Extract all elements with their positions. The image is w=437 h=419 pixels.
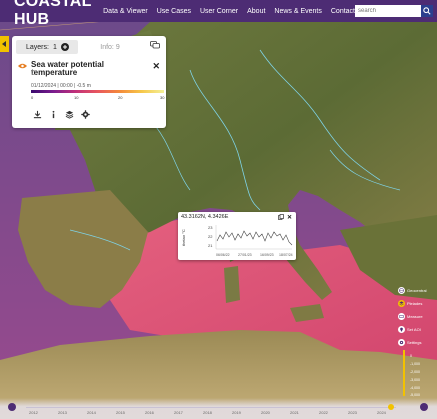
tab-info-label: Info: bbox=[100, 43, 114, 51]
tab-info-count: 9 bbox=[115, 43, 120, 51]
globe-icon bbox=[398, 287, 405, 294]
settings-button[interactable] bbox=[79, 108, 91, 120]
stack-icon bbox=[65, 110, 73, 119]
control-settings[interactable]: Settings bbox=[398, 339, 421, 346]
info-icon bbox=[52, 110, 54, 118]
control-pleiades[interactable]: Pleiades bbox=[398, 300, 422, 307]
nav-news-events[interactable]: News & Events bbox=[274, 8, 321, 15]
chat-icon[interactable] bbox=[150, 41, 160, 49]
nav-contact[interactable]: Contact bbox=[331, 8, 355, 15]
y-tick-label: 23 bbox=[208, 225, 213, 230]
depth-tick: -2,000 bbox=[410, 370, 420, 374]
control-measure[interactable]: Measure bbox=[398, 313, 423, 320]
scale-tick: 10 bbox=[74, 95, 79, 100]
depth-tick: -1,000 bbox=[410, 362, 420, 366]
scale-tick: 20 bbox=[118, 95, 123, 100]
y-tick-label: 21 bbox=[208, 243, 213, 248]
nav-user-corner[interactable]: User Corner bbox=[200, 8, 238, 15]
timeline-year: 2023 bbox=[348, 410, 357, 415]
timeline-year: 2021 bbox=[290, 410, 299, 415]
timeline-year: 2016 bbox=[145, 410, 154, 415]
control-geocentral[interactable]: Geocentral bbox=[398, 287, 427, 294]
nav-about[interactable]: About bbox=[247, 8, 265, 15]
download-button[interactable] bbox=[31, 108, 43, 120]
timeline-handle[interactable] bbox=[388, 404, 394, 410]
x-tick-label: 18/07/24 bbox=[279, 253, 293, 257]
remove-layer-button[interactable]: ✕ bbox=[152, 61, 160, 72]
control-label: Measure bbox=[407, 314, 423, 319]
timeline-year: 2013 bbox=[58, 410, 67, 415]
timeline-track bbox=[26, 407, 396, 408]
timeline-year: 2020 bbox=[261, 410, 270, 415]
depth-tick: -3,000 bbox=[410, 378, 420, 382]
timeline-year: 2012 bbox=[29, 410, 38, 415]
popup-actions: ✕ bbox=[278, 214, 292, 221]
color-scale-bar bbox=[31, 90, 164, 93]
tab-layers-count: 1 bbox=[52, 43, 57, 51]
add-layer-button[interactable] bbox=[60, 43, 69, 51]
timeline-year: 2019 bbox=[232, 410, 241, 415]
layer-panel: Layers: 1 Info: 9 Sea water potential te… bbox=[12, 36, 166, 128]
depth-tick: 0 bbox=[410, 354, 412, 358]
gear-icon bbox=[80, 109, 90, 119]
nav-data-viewer[interactable]: Data & Viewer bbox=[103, 8, 148, 15]
depth-scale-bar[interactable] bbox=[403, 350, 405, 396]
control-label: Pleiades bbox=[407, 301, 423, 306]
timeline-year: 2018 bbox=[203, 410, 212, 415]
plus-icon bbox=[62, 45, 67, 49]
control-label: Settings bbox=[407, 340, 422, 345]
layer-time-depth: 01/12/2024 | 00:00 | -0.5 m bbox=[31, 83, 91, 89]
x-tick-label: 06/06/22 bbox=[216, 253, 230, 257]
timeline-year: 2014 bbox=[87, 410, 96, 415]
layer-name: Sea water potential temperature bbox=[31, 60, 104, 77]
ruler-icon bbox=[398, 313, 405, 320]
popup-coordinates: 43.3162N, 4.3426E bbox=[181, 214, 229, 220]
top-navigation: COASTAL HUB Data & Viewer Use Cases User… bbox=[0, 0, 437, 28]
layer-item: Sea water potential temperature C ✕ bbox=[18, 61, 164, 79]
x-tick-label: 27/01/23 bbox=[238, 253, 252, 257]
timeline-prev-button[interactable] bbox=[8, 403, 16, 411]
search-input[interactable] bbox=[355, 5, 421, 17]
info-button[interactable] bbox=[47, 108, 59, 120]
popup-timeseries-chart: 23 22 21 06/06/22 27/01/23 16/09/23 18/0… bbox=[208, 225, 293, 257]
layer-toolbar bbox=[31, 108, 95, 120]
gear-icon bbox=[398, 339, 405, 346]
timeline-next-button[interactable] bbox=[420, 403, 428, 411]
timeline-year: 2022 bbox=[319, 410, 328, 415]
timeline-year: 2024 bbox=[377, 410, 386, 415]
search-button[interactable] bbox=[421, 5, 433, 17]
pin-icon bbox=[398, 326, 405, 333]
layers-button[interactable] bbox=[63, 108, 75, 120]
tab-info[interactable]: Info: 9 bbox=[78, 40, 142, 54]
download-icon bbox=[33, 110, 41, 118]
panel-collapse-button[interactable] bbox=[0, 36, 9, 52]
control-label: Set AOI bbox=[407, 327, 421, 332]
control-set-aoi[interactable]: Set AOI bbox=[398, 326, 421, 333]
tab-layers-label: Layers: bbox=[26, 43, 49, 51]
control-label: Geocentral bbox=[407, 288, 427, 293]
timeseries-line bbox=[216, 230, 293, 246]
y-tick-label: 22 bbox=[208, 234, 213, 239]
tab-layers[interactable]: Layers: 1 bbox=[16, 40, 78, 54]
time-slider[interactable]: 2012 2013 2014 2015 2016 2017 2018 2019 … bbox=[0, 398, 437, 419]
layer-unit: C bbox=[31, 70, 37, 77]
search-icon bbox=[423, 7, 431, 15]
app-logo[interactable]: COASTAL HUB bbox=[14, 0, 97, 29]
timeline-year: 2015 bbox=[116, 410, 125, 415]
chevron-left-icon bbox=[2, 41, 6, 47]
x-tick-label: 16/09/23 bbox=[260, 253, 274, 257]
popup-close-button[interactable]: ✕ bbox=[287, 214, 292, 221]
point-info-popup: 43.3162N, 4.3426E ✕ thetao °C 23 22 21 0… bbox=[178, 212, 296, 260]
scale-tick: 30 bbox=[160, 95, 165, 100]
depth-tick: -4,000 bbox=[410, 386, 420, 390]
scale-tick: 0 bbox=[31, 95, 34, 100]
nav-use-cases[interactable]: Use Cases bbox=[157, 8, 191, 15]
copy-icon[interactable] bbox=[278, 214, 284, 220]
timeline-year: 2017 bbox=[174, 410, 183, 415]
panel-tabs: Layers: 1 Info: 9 bbox=[16, 40, 146, 54]
eye-icon[interactable] bbox=[18, 63, 27, 69]
layers-icon bbox=[398, 300, 405, 307]
search-bar bbox=[355, 5, 433, 17]
depth-tick: -5,000 bbox=[410, 393, 420, 397]
